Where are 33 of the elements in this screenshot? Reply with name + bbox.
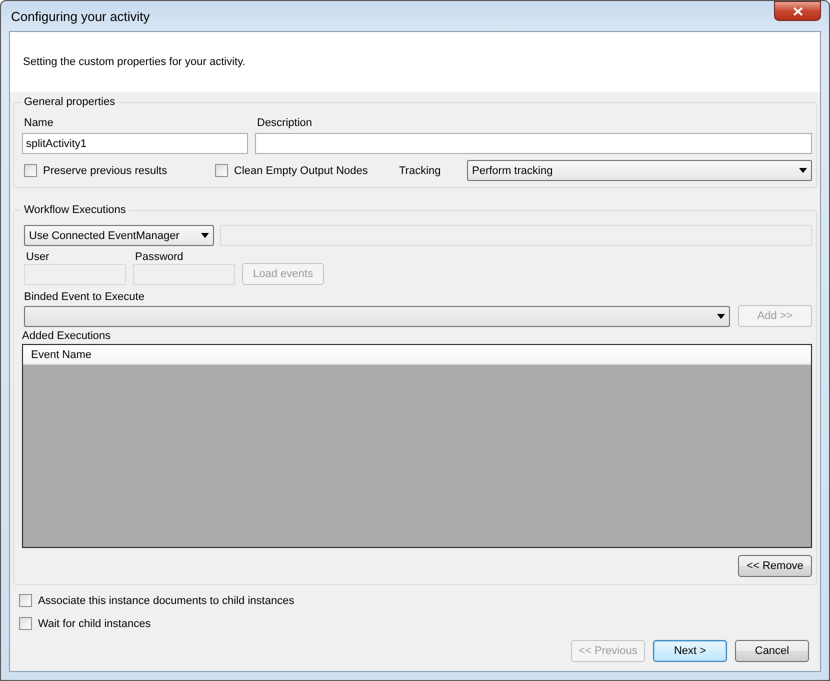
checkbox-label: Clean Empty Output Nodes xyxy=(234,164,368,176)
field-label: Description xyxy=(256,117,314,129)
text-field[interactable] xyxy=(255,133,812,154)
button[interactable]: Cancel xyxy=(735,640,809,662)
field-label: Added Executions xyxy=(22,330,112,342)
checkbox[interactable] xyxy=(215,164,228,177)
checkbox[interactable] xyxy=(24,164,37,177)
dropdown-arrow-icon xyxy=(799,168,807,173)
window-title: Configuring your activity xyxy=(10,8,150,24)
checkbox[interactable] xyxy=(19,594,32,607)
dropdown-arrow-icon xyxy=(717,314,725,318)
checkbox-label: Associate this instance documents to child instances xyxy=(38,594,294,606)
field-label: Binded Event to Execute xyxy=(24,291,146,303)
text-field[interactable]: splitActivity1 xyxy=(22,133,248,154)
group-legend: General properties xyxy=(21,96,118,108)
field-label: Name xyxy=(23,117,54,129)
mode-select[interactable]: Use Connected EventManager xyxy=(24,225,214,246)
dropdown-arrow-icon xyxy=(201,233,209,238)
checkbox-label: Preserve previous results xyxy=(43,164,168,176)
column-header[interactable]: Event Name xyxy=(23,345,811,365)
checkbox-label: Wait for child instances xyxy=(38,618,151,630)
field-label: User xyxy=(25,251,50,263)
button[interactable]: Next > xyxy=(653,640,727,662)
checkbox[interactable] xyxy=(19,617,32,630)
group-legend: Workflow Executions xyxy=(21,204,129,216)
tracking-label: Tracking xyxy=(399,164,442,176)
header-text: Setting the custom properties for your activity. xyxy=(23,56,246,68)
close-button[interactable] xyxy=(774,1,821,21)
tracking-select[interactable]: Perform tracking xyxy=(467,160,812,181)
event-select[interactable] xyxy=(24,306,730,326)
close-icon xyxy=(792,6,802,16)
field-label: Password xyxy=(134,251,184,263)
button[interactable]: << Remove xyxy=(738,555,812,577)
